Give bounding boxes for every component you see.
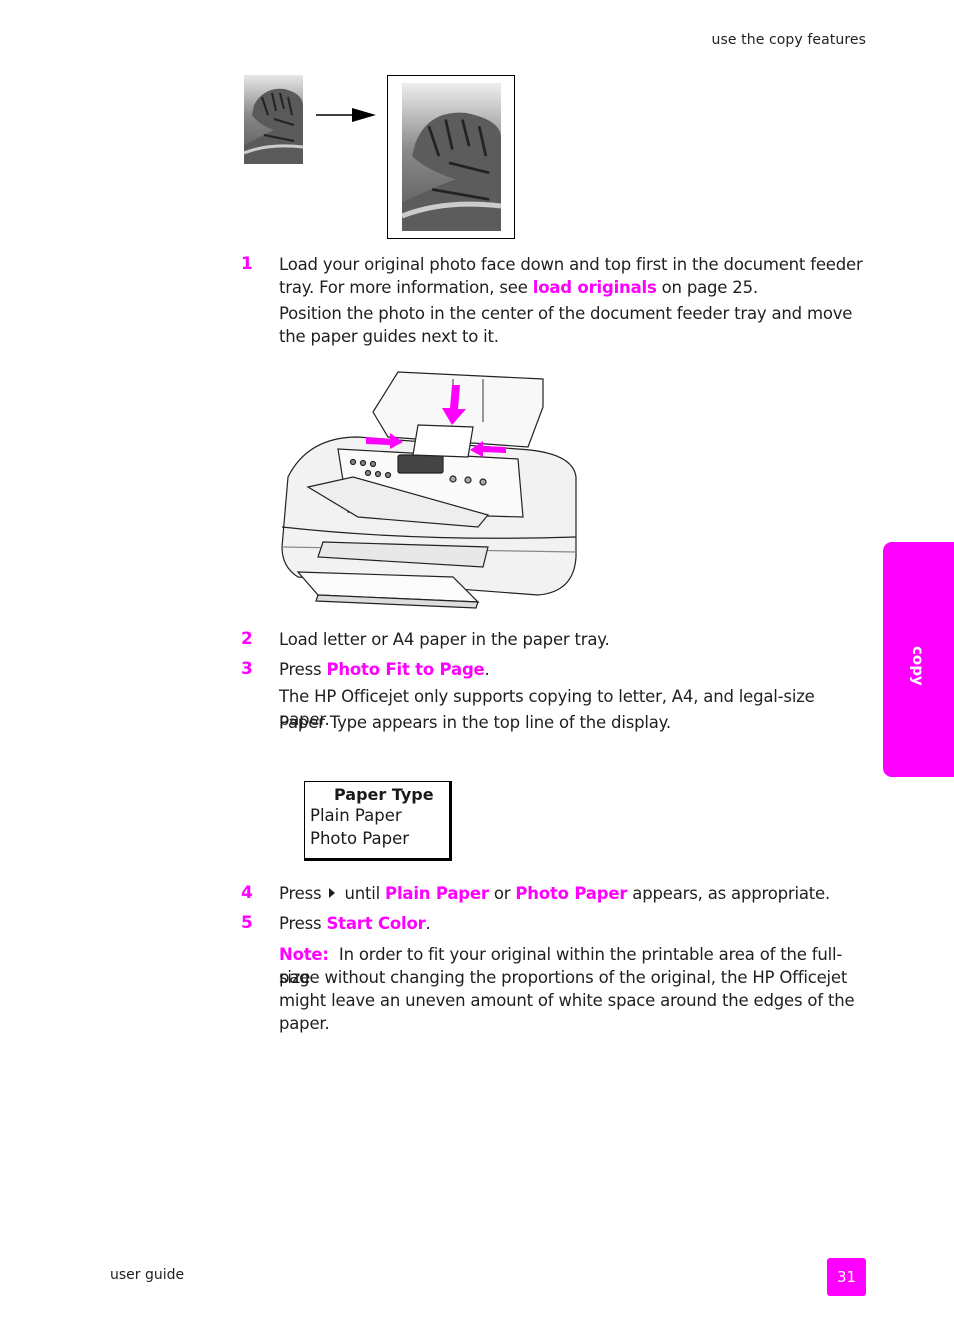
step-4-text: Press until Plain Paper or Photo Paper ap… [279, 882, 869, 905]
step-4-until: until [344, 884, 386, 903]
step-number: 2 [241, 629, 253, 649]
step-5-text: Press Start Color. [279, 912, 869, 935]
display-title: Paper Type [334, 785, 434, 804]
step-5-period: . [425, 914, 431, 933]
tiger-enlarged-image [402, 83, 501, 231]
step-number: 1 [241, 254, 253, 274]
start-color-button-ref: Start Color [326, 914, 426, 933]
step-number: 4 [241, 883, 253, 903]
page-number: 31 [827, 1258, 866, 1296]
step-4-or: or [488, 884, 516, 903]
step-1-page-ref: on page 25. [656, 278, 759, 297]
footer-guide-title: user guide [110, 1267, 185, 1283]
step-5-press: Press [279, 914, 327, 933]
step-3-period: . [484, 660, 490, 679]
plain-paper-ref: Plain Paper [385, 884, 489, 903]
display-option-plain-paper: Plain Paper [310, 806, 402, 825]
step-1-extra: Position the photo in the center of the … [279, 304, 853, 346]
step-number: 5 [241, 913, 253, 933]
arrow-right-icon [316, 108, 376, 122]
step-number: 3 [241, 659, 253, 679]
note-line-2: page without changing the proportions of… [279, 968, 848, 987]
step-4-suffix: appears, as appropriate. [627, 884, 831, 903]
step-2-text: Load letter or A4 paper in the paper tra… [279, 630, 610, 649]
section-header: use the copy features [711, 32, 866, 48]
note-line-3: might leave an uneven amount of white sp… [279, 991, 855, 1010]
printer-illustration [281, 371, 577, 609]
step-4-press: Press [279, 884, 322, 903]
note-line-4: paper. [279, 1014, 330, 1033]
chapter-tab-label: copy [909, 646, 927, 686]
step-3-press: Press [279, 660, 327, 679]
tiger-original-image [244, 75, 303, 164]
load-originals-link[interactable]: load originals [533, 278, 657, 297]
display-option-photo-paper: Photo Paper [310, 829, 410, 848]
step-1-text: Load your original photo face down and t… [279, 253, 869, 299]
step-3-text: Press Photo Fit to Page. [279, 658, 869, 681]
right-arrow-icon [329, 888, 336, 898]
step-3-extra-2: Paper Type appears in the top line of th… [279, 713, 671, 732]
note-label: Note: [279, 945, 329, 964]
photo-fit-to-page-button-ref: Photo Fit to Page [326, 660, 485, 679]
photo-paper-ref: Photo Paper [515, 884, 628, 903]
